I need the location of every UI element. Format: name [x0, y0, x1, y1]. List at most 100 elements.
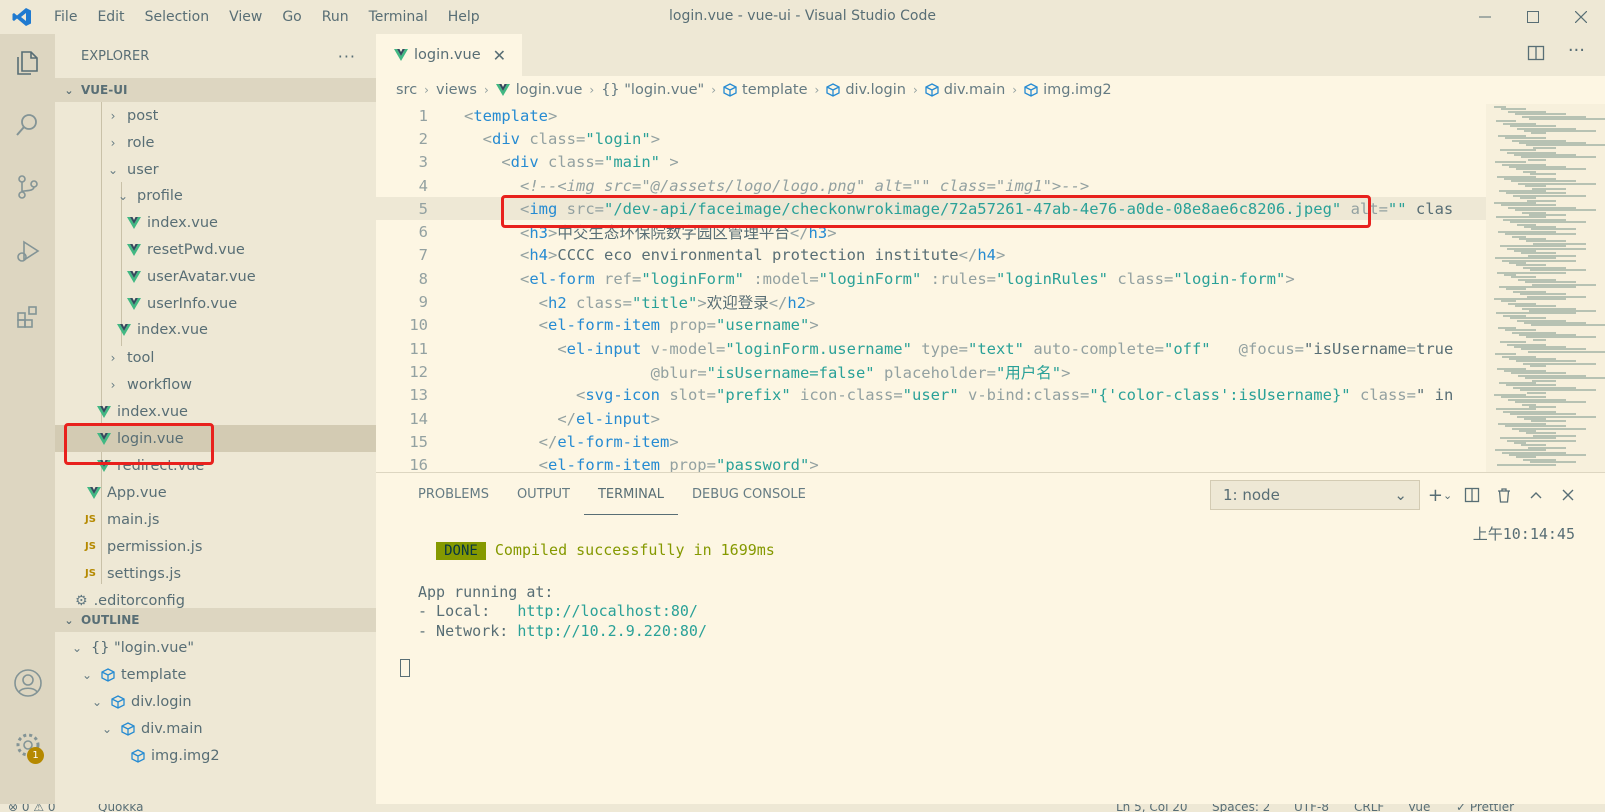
code-line[interactable]: 2 <div class="login">: [376, 127, 1486, 150]
tree-file-settings-js[interactable]: JS settings.js: [55, 560, 376, 587]
tree-file-app-vue[interactable]: App.vue: [55, 479, 376, 506]
local-url-link[interactable]: http://localhost:80/: [517, 602, 698, 620]
status-eol[interactable]: CRLF: [1354, 804, 1384, 812]
code-line[interactable]: 5 <img src="/dev-api/faceimage/checkonwr…: [376, 197, 1486, 221]
settings-gear-icon[interactable]: 1: [0, 720, 55, 770]
tree-folder-tool[interactable]: › tool: [55, 344, 376, 371]
breadcrumb-img-img2[interactable]: img.img2: [1043, 82, 1112, 98]
maximize-button[interactable]: [1509, 0, 1557, 34]
maximize-panel-icon[interactable]: [1520, 481, 1552, 509]
breadcrumb-views[interactable]: views: [436, 82, 477, 98]
chevron-right-icon: ›: [1012, 83, 1018, 97]
status-spaces[interactable]: Spaces: 2: [1212, 804, 1270, 812]
outline-item-img-img2[interactable]: img.img2: [55, 742, 376, 769]
tree-file-redirect-vue[interactable]: redirect.vue: [55, 452, 376, 479]
tree-file-resetpwd-vue[interactable]: resetPwd.vue: [55, 236, 376, 263]
menu-go[interactable]: Go: [272, 0, 311, 34]
status-quokka[interactable]: Quokka: [98, 804, 143, 812]
editor-more-icon[interactable]: ···: [1568, 40, 1585, 61]
status-prettier[interactable]: ✓ Prettier: [1456, 804, 1514, 812]
outline-item-div-main[interactable]: ⌄ div.main: [55, 715, 376, 742]
outline-section-header[interactable]: ⌄ OUTLINE: [55, 608, 376, 632]
tree-file-permission-js[interactable]: JS permission.js: [55, 533, 376, 560]
tree-folder-user[interactable]: ⌄ user: [55, 156, 376, 183]
tree-file-index-vue[interactable]: index.vue: [55, 209, 376, 236]
split-editor-icon[interactable]: [1527, 44, 1545, 66]
tree-folder-role[interactable]: › role: [55, 129, 376, 156]
breadcrumb-div-login[interactable]: div.login: [845, 82, 906, 98]
code-line[interactable]: 12 @blur="isUsername=false" placeholder=…: [376, 360, 1486, 383]
menu-terminal[interactable]: Terminal: [359, 0, 438, 34]
code-editor[interactable]: 1 <template> 2 <div class="login"> 3 <div c…: [376, 104, 1605, 472]
extensions-icon[interactable]: [0, 292, 55, 342]
code-line[interactable]: 11 <el-input v-model="loginForm.username…: [376, 337, 1486, 360]
network-url-link[interactable]: http://10.2.9.220:80/: [517, 622, 707, 640]
close-tab-icon[interactable]: ✕: [493, 46, 506, 65]
outline-item-file[interactable]: ⌄ {} "login.vue": [55, 634, 376, 661]
tree-file-login-vue[interactable]: login.vue: [55, 425, 376, 452]
tab-problems[interactable]: PROBLEMS: [404, 473, 503, 515]
breadcrumb-module[interactable]: {} "login.vue": [601, 82, 704, 98]
breadcrumb-template[interactable]: template: [742, 82, 807, 98]
tab-output[interactable]: OUTPUT: [503, 473, 584, 515]
tree-folder-post[interactable]: › post: [55, 102, 376, 129]
code-line[interactable]: 13 <svg-icon slot="prefix" icon-class="u…: [376, 384, 1486, 407]
more-actions-icon[interactable]: ···: [338, 47, 356, 66]
breadcrumb-src[interactable]: src: [396, 82, 417, 98]
menu-run[interactable]: Run: [312, 0, 359, 34]
tree-file-views-index-vue[interactable]: index.vue: [55, 398, 376, 425]
tab-login-vue[interactable]: login.vue ✕: [376, 34, 522, 76]
new-terminal-icon[interactable]: + ⌄: [1424, 481, 1456, 509]
source-control-icon[interactable]: [0, 162, 55, 212]
run-debug-icon[interactable]: [0, 226, 55, 276]
tab-terminal[interactable]: TERMINAL: [583, 473, 679, 515]
tree-file-main-js[interactable]: JS main.js: [55, 506, 376, 533]
close-window-button[interactable]: [1557, 0, 1605, 34]
tree-file-user-index-vue[interactable]: index.vue: [55, 316, 376, 343]
menu-help[interactable]: Help: [438, 0, 490, 34]
vue-file-icon: [127, 243, 141, 256]
status-encoding[interactable]: UTF-8: [1294, 804, 1329, 812]
tree-folder-profile[interactable]: ⌄ profile: [55, 182, 376, 209]
code-line[interactable]: 16 <el-form-item prop="password">: [376, 454, 1486, 472]
tree-file-userinfo-vue[interactable]: userInfo.vue: [55, 290, 376, 317]
outline-item-div-login[interactable]: ⌄ div.login: [55, 688, 376, 715]
status-language[interactable]: Vue: [1408, 804, 1430, 812]
trash-icon[interactable]: [1488, 481, 1520, 509]
line-number: 10: [409, 316, 428, 335]
tree-file-useravatar-vue[interactable]: userAvatar.vue: [55, 263, 376, 290]
breadcrumb-file[interactable]: login.vue: [516, 82, 583, 98]
code-line[interactable]: 7 <h4>CCCC eco environmental protection …: [376, 244, 1486, 267]
code-line[interactable]: 3 <div class="main" >: [376, 151, 1486, 174]
code-line[interactable]: 14 </el-input>: [376, 407, 1486, 430]
menu-bar: File Edit Selection View Go Run Terminal…: [44, 0, 490, 34]
status-problems[interactable]: ⊗ 0 ⚠ 0: [8, 804, 56, 812]
close-panel-icon[interactable]: [1552, 481, 1584, 509]
terminal-select[interactable]: 1: node ⌄: [1210, 480, 1420, 510]
minimize-button[interactable]: [1461, 0, 1509, 34]
project-section-header[interactable]: ⌄ VUE-UI: [55, 78, 376, 102]
account-icon[interactable]: [0, 658, 55, 708]
tab-debug-console[interactable]: DEBUG CONSOLE: [678, 473, 820, 515]
code-line[interactable]: 4 <!--<img src="@/assets/logo/logo.png" …: [376, 174, 1486, 197]
code-line[interactable]: 1 <template>: [376, 104, 1486, 127]
code-line[interactable]: 15 </el-form-item>: [376, 430, 1486, 453]
tree-folder-workflow[interactable]: › workflow: [55, 371, 376, 398]
chevron-right-icon: ›: [424, 83, 429, 97]
menu-edit[interactable]: Edit: [87, 0, 134, 34]
menu-file[interactable]: File: [44, 0, 87, 34]
status-position[interactable]: Ln 5, Col 20: [1116, 804, 1188, 812]
split-terminal-icon[interactable]: [1456, 481, 1488, 509]
outline-item-template[interactable]: ⌄ template: [55, 661, 376, 688]
code-line[interactable]: 10 <el-form-item prop="username">: [376, 314, 1486, 337]
code-line[interactable]: 6 <h3>中交生态环保院数字园区管理平台</h3>: [376, 221, 1486, 244]
code-line[interactable]: 9 <h2 class="title">欢迎登录</h2>: [376, 290, 1486, 313]
search-icon[interactable]: [0, 100, 55, 150]
breadcrumb-div-main[interactable]: div.main: [944, 82, 1006, 98]
menu-selection[interactable]: Selection: [135, 0, 220, 34]
explorer-icon[interactable]: [0, 38, 55, 88]
code-line[interactable]: 8 <el-form ref="loginForm" :model="login…: [376, 267, 1486, 290]
menu-view[interactable]: View: [219, 0, 272, 34]
js-file-icon: JS: [85, 541, 96, 552]
minimap[interactable]: [1486, 104, 1605, 472]
